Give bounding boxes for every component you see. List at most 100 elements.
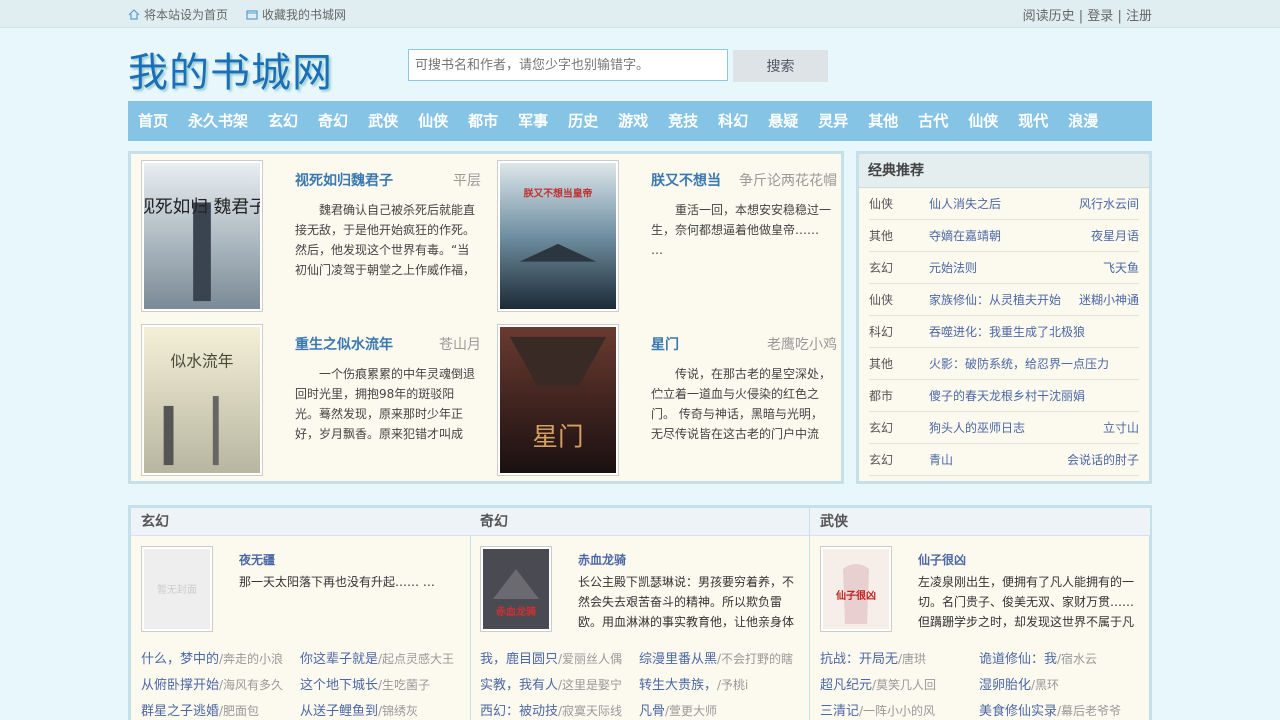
set-home-link[interactable]: 将本站设为首页 <box>128 6 228 23</box>
list-book-author[interactable]: /萱更大师 <box>665 704 717 718</box>
list-book-title[interactable]: 三清记 <box>820 704 859 719</box>
list-book-title[interactable]: 湿卵胎化 <box>979 678 1031 693</box>
list-book-author[interactable]: /寂寞天际线 <box>558 704 622 718</box>
list-book-title[interactable]: 从送子鲤鱼到 <box>300 704 378 719</box>
book-author[interactable]: 苍山月 <box>439 334 481 354</box>
nav-xianxia-2[interactable]: 仙侠 <box>968 101 998 141</box>
nav-gudai[interactable]: 古代 <box>918 101 948 141</box>
category-title[interactable]: 奇幻 <box>470 508 810 536</box>
nav-qihuan[interactable]: 奇幻 <box>318 101 348 141</box>
list-book-title[interactable]: 群星之子逃婚 <box>141 704 219 719</box>
site-logo[interactable]: 我的书城网 <box>128 40 333 98</box>
nav-xuanyi[interactable]: 悬疑 <box>768 101 798 141</box>
list-book-title[interactable]: 你这辈子就是 <box>300 652 378 667</box>
item-author[interactable]: 飞天鱼 <box>1103 259 1139 276</box>
list-book-title[interactable]: 什么，梦中的 <box>141 652 219 667</box>
nav-lingyi[interactable]: 灵异 <box>818 101 848 141</box>
category-title[interactable]: 武侠 <box>810 508 1150 536</box>
search-input[interactable] <box>408 49 728 81</box>
book-author[interactable]: 争斤论两花花帽 <box>739 170 837 190</box>
list-book-title[interactable]: 我，鹿目圆只 <box>480 652 558 667</box>
nav-xianxia[interactable]: 仙侠 <box>418 101 448 141</box>
book-title[interactable]: 夜无疆 <box>239 551 275 568</box>
nav-jingji[interactable]: 竞技 <box>668 101 698 141</box>
list-book-author[interactable]: /不会打野的瞎 <box>717 652 793 666</box>
list-book-title[interactable]: 转生大贵族， <box>639 678 717 693</box>
item-author[interactable]: 立寸山 <box>1103 419 1139 436</box>
nav-dushi[interactable]: 都市 <box>468 101 498 141</box>
book-cover[interactable]: 星门 <box>497 324 619 476</box>
list-book-author[interactable]: /肥面包 <box>219 704 259 718</box>
list-book-author[interactable]: /一阵小小的风 <box>859 704 935 718</box>
book-cover[interactable]: 仙子很凶 <box>820 546 892 632</box>
item-title[interactable]: 家族修仙：从灵植夫开始 <box>929 291 1079 308</box>
book-title[interactable]: 仙子很凶 <box>918 551 966 568</box>
book-cover[interactable]: 视死如归 魏君子 <box>141 160 263 312</box>
search-button[interactable]: 搜索 <box>733 50 828 82</box>
list-book-title[interactable]: 从俯卧撑开始 <box>141 678 219 693</box>
list-book-author[interactable]: /爱丽丝人偶 <box>558 652 622 666</box>
nav-kehuan[interactable]: 科幻 <box>718 101 748 141</box>
item-title[interactable]: 夺嫡在嘉靖朝 <box>929 227 1091 244</box>
nav-langman[interactable]: 浪漫 <box>1068 101 1098 141</box>
list-book-author[interactable]: /起点灵感大王 <box>378 652 454 666</box>
nav-junshi[interactable]: 军事 <box>518 101 548 141</box>
book-cover[interactable]: 似水流年 <box>141 324 263 476</box>
list-book-author[interactable]: /生吃菌子 <box>378 678 430 692</box>
book-title[interactable]: 星门 <box>651 334 679 354</box>
book-cover[interactable]: 朕又不想当皇帝 <box>497 160 619 312</box>
nav-xiandai[interactable]: 现代 <box>1018 101 1048 141</box>
category-title[interactable]: 玄幻 <box>131 508 471 536</box>
list-book-author[interactable]: /海风有多久 <box>219 678 283 692</box>
list-book-author[interactable]: /锦绣灰 <box>378 704 418 718</box>
list-book-title[interactable]: 这个地下城长 <box>300 678 378 693</box>
nav-xuanhuan[interactable]: 玄幻 <box>268 101 298 141</box>
list-book-title[interactable]: 实教，我有人 <box>480 678 558 693</box>
list-book-author[interactable]: /莫笑几人回 <box>872 678 936 692</box>
list-book-title[interactable]: 综漫里番从黑 <box>639 652 717 667</box>
list-book-author[interactable]: /唐珙 <box>898 652 926 666</box>
item-title[interactable]: 火影：破防系统，给忍界一点压力 <box>929 355 1139 372</box>
list-book-title[interactable]: 凡骨 <box>639 704 665 719</box>
list-book-author[interactable]: /幕后老爷爷 <box>1057 704 1121 718</box>
item-title[interactable]: 元始法则 <box>929 259 1103 276</box>
list-book-author[interactable]: /予桃i <box>717 678 748 692</box>
set-home-label[interactable]: 将本站设为首页 <box>144 6 228 23</box>
item-author[interactable]: 迷糊小神通 <box>1079 291 1139 308</box>
list-book-author[interactable]: /黑环 <box>1031 678 1059 692</box>
item-title[interactable]: 青山 <box>929 451 1067 468</box>
nav-bookshelf[interactable]: 永久书架 <box>188 101 248 141</box>
list-book-author[interactable]: /奔走的小浪 <box>219 652 283 666</box>
list-book-title[interactable]: 西幻：被动技 <box>480 704 558 719</box>
list-book-author[interactable]: /宿水云 <box>1057 652 1097 666</box>
book-title[interactable]: 朕又不想当 <box>651 170 721 190</box>
book-author[interactable]: 平层 <box>453 170 481 190</box>
nav-wuxia[interactable]: 武侠 <box>368 101 398 141</box>
bookmark-link[interactable]: 收藏我的书城网 <box>246 6 346 23</box>
item-title[interactable]: 狗头人的巫师日志 <box>929 419 1103 436</box>
list-book-title[interactable]: 抗战：开局无 <box>820 652 898 667</box>
book-title[interactable]: 赤血龙骑 <box>578 551 626 568</box>
list-book-author[interactable]: /这里是娶宁 <box>558 678 622 692</box>
nav-home[interactable]: 首页 <box>138 101 168 141</box>
book-author[interactable]: 老鹰吃小鸡 <box>767 334 837 354</box>
list-book-title[interactable]: 超凡纪元 <box>820 678 872 693</box>
history-link[interactable]: 阅读历史 <box>1023 9 1075 24</box>
login-link[interactable]: 登录 <box>1087 9 1113 24</box>
register-link[interactable]: 注册 <box>1126 9 1152 24</box>
nav-qita[interactable]: 其他 <box>868 101 898 141</box>
item-title[interactable]: 傻子的春天龙根乡村干沈丽娟 <box>929 387 1139 404</box>
book-title[interactable]: 视死如归魏君子 <box>295 170 393 190</box>
item-author[interactable]: 会说话的肘子 <box>1067 451 1139 468</box>
item-title[interactable]: 吞噬进化：我重生成了北极狼 <box>929 323 1139 340</box>
nav-lishi[interactable]: 历史 <box>568 101 598 141</box>
list-book-title[interactable]: 诡道修仙：我 <box>979 652 1057 667</box>
item-author[interactable]: 夜星月语 <box>1091 227 1139 244</box>
item-title[interactable]: 仙人消失之后 <box>929 195 1079 212</box>
book-cover[interactable]: 赤血龙骑 <box>480 546 552 632</box>
list-book-title[interactable]: 美食修仙实录 <box>979 704 1057 719</box>
book-cover[interactable]: 暂无封面 <box>141 546 213 632</box>
nav-youxi[interactable]: 游戏 <box>618 101 648 141</box>
book-title[interactable]: 重生之似水流年 <box>295 334 393 354</box>
item-author[interactable]: 风行水云间 <box>1079 195 1139 212</box>
